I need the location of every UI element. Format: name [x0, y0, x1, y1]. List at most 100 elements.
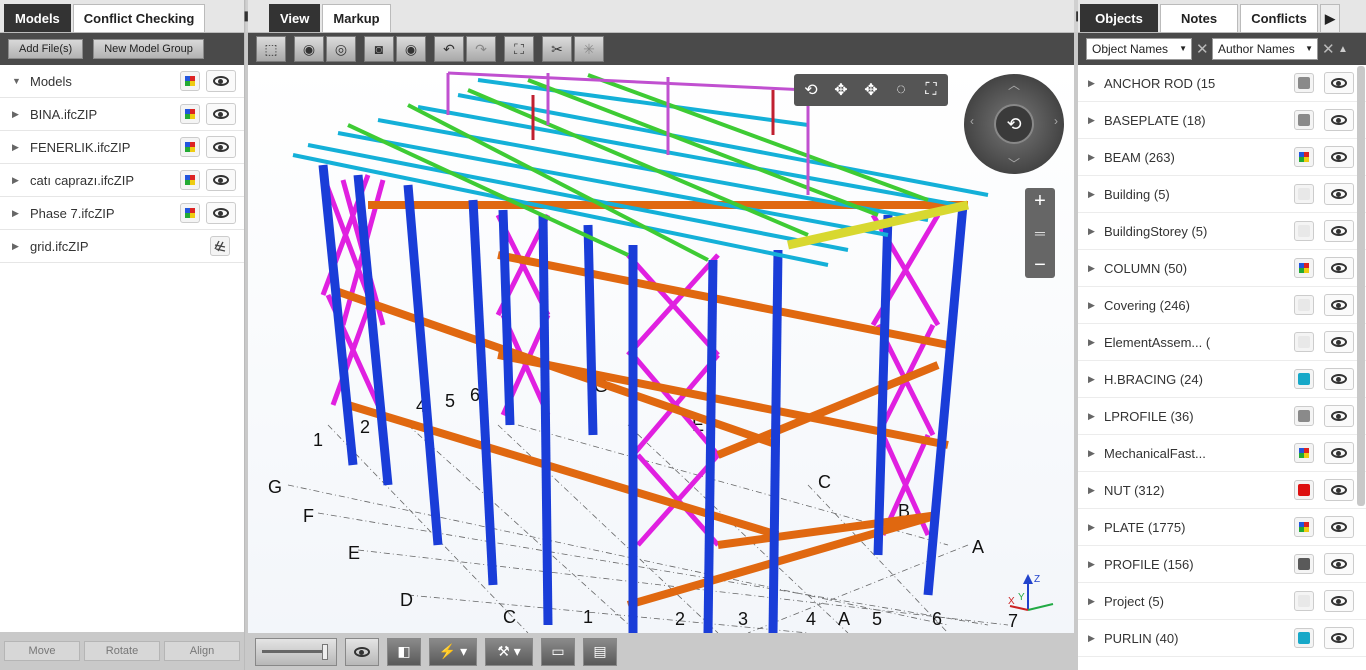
visibility-eye-icon[interactable]: [206, 202, 236, 224]
object-row[interactable]: ▶ ANCHOR ROD (15: [1078, 65, 1366, 102]
visibility-eye-icon[interactable]: [1324, 516, 1354, 538]
color-palette-icon[interactable]: [180, 203, 200, 223]
expand-arrow-icon[interactable]: ▶: [1088, 78, 1104, 89]
visibility-eye-icon[interactable]: [1324, 442, 1354, 464]
chevron-down-icon[interactable]: ﹀: [1008, 155, 1020, 172]
clear-filter-icon[interactable]: ✕: [1196, 40, 1209, 58]
expand-arrow-icon[interactable]: ▶: [1088, 633, 1104, 644]
visibility-eye-icon[interactable]: [1324, 294, 1354, 316]
color-picker-icon[interactable]: [1294, 221, 1314, 241]
tab-markup[interactable]: Markup: [322, 4, 391, 32]
color-picker-icon[interactable]: [1294, 591, 1314, 611]
color-picker-icon[interactable]: [1294, 147, 1314, 167]
tab-notes[interactable]: Notes: [1160, 4, 1238, 32]
visibility-eye-icon[interactable]: [206, 169, 236, 191]
navigation-wheel[interactable]: ⟲ ︿ ﹀ ‹ ›: [964, 74, 1064, 174]
object-row[interactable]: ▶ BuildingStorey (5): [1078, 213, 1366, 250]
object-row[interactable]: ▶ LPROFILE (36): [1078, 398, 1366, 435]
visibility-eye-icon[interactable]: [1324, 72, 1354, 94]
color-palette-icon[interactable]: [180, 170, 200, 190]
expand-arrow-icon[interactable]: ▶: [1088, 226, 1104, 237]
expand-arrow-icon[interactable]: ▶: [1088, 411, 1104, 422]
expand-arrow-icon[interactable]: ▶: [1088, 300, 1104, 311]
model-row[interactable]: ▶ FENERLIK.ifcZIP: [0, 131, 244, 164]
objects-scrollbar[interactable]: [1357, 66, 1365, 506]
object-row[interactable]: ▶ Building (5): [1078, 176, 1366, 213]
visibility-eye-icon[interactable]: [1324, 331, 1354, 353]
tab-view[interactable]: View: [269, 4, 321, 32]
box-select-icon[interactable]: ⬚: [256, 36, 286, 62]
color-picker-icon[interactable]: [1294, 517, 1314, 537]
eye-toggle-icon[interactable]: [345, 637, 379, 666]
models-root-row[interactable]: ▼ Models: [0, 65, 244, 98]
clear-filter-icon[interactable]: ✕: [1322, 40, 1335, 58]
collapse-arrow-icon[interactable]: ▼: [12, 76, 30, 86]
visibility-eye-icon[interactable]: [1324, 405, 1354, 427]
expand-arrow-icon[interactable]: ▶: [1088, 559, 1104, 570]
object-row[interactable]: ▶ PROFILE (156): [1078, 546, 1366, 583]
isolate-icon[interactable]: ◎: [326, 36, 356, 62]
model-row[interactable]: ▶ grid.ifcZIP: [0, 230, 244, 263]
add-files-button[interactable]: Add File(s): [8, 39, 84, 59]
color-picker-icon[interactable]: [1294, 480, 1314, 500]
visibility-eye-icon[interactable]: [1324, 183, 1354, 205]
lightning-dropdown-icon[interactable]: ⚡ ▾: [429, 637, 477, 666]
rotate-button[interactable]: Rotate: [84, 641, 160, 661]
hide-selected-icon[interactable]: ◉: [294, 36, 324, 62]
object-row[interactable]: ▶ BEAM (263): [1078, 139, 1366, 176]
expand-arrow-icon[interactable]: ▶: [12, 208, 30, 219]
object-row[interactable]: ▶ COLUMN (50): [1078, 250, 1366, 287]
model-row[interactable]: ▶ BINA.ifcZIP: [0, 98, 244, 131]
move-button[interactable]: Move: [4, 641, 80, 661]
visibility-eye-icon[interactable]: [1324, 590, 1354, 612]
visibility-eye-icon[interactable]: [1324, 627, 1354, 649]
color-picker-icon[interactable]: [1294, 73, 1314, 93]
object-row[interactable]: ▶ NUT (312): [1078, 472, 1366, 509]
object-row[interactable]: ▶ ElementAssem... (: [1078, 324, 1366, 361]
color-picker-icon[interactable]: [1294, 628, 1314, 648]
3d-viewport[interactable]: 1 2 4 5 6 G F E D C 1 2 3 4 A 5 6 7 C B: [248, 65, 1074, 633]
expand-arrow-icon[interactable]: ▶: [12, 241, 30, 252]
align-button[interactable]: Align: [164, 641, 240, 661]
zoom-slider-icon[interactable]: ═: [1035, 225, 1045, 241]
author-names-dropdown[interactable]: Author Names: [1212, 38, 1318, 60]
orbit-icon[interactable]: ⟲: [796, 76, 826, 104]
expand-arrow-icon[interactable]: ▶: [1088, 189, 1104, 200]
tab-models[interactable]: Models: [4, 4, 71, 32]
pan-icon[interactable]: ✥: [826, 76, 856, 104]
object-row[interactable]: ▶ PURLIN (40): [1078, 620, 1366, 657]
expand-arrow-icon[interactable]: ▶: [12, 142, 30, 153]
show-all-icon[interactable]: ◉: [396, 36, 426, 62]
object-row[interactable]: ▶ Covering (246): [1078, 287, 1366, 324]
color-picker-icon[interactable]: [1294, 443, 1314, 463]
visibility-eye-icon[interactable]: [206, 103, 236, 125]
model-row[interactable]: ▶ catı caprazı.ifcZIP: [0, 164, 244, 197]
color-picker-icon[interactable]: [1294, 406, 1314, 426]
expand-arrow-icon[interactable]: ▶: [12, 109, 30, 120]
visibility-eye-icon[interactable]: [1324, 553, 1354, 575]
visibility-eye-icon[interactable]: [206, 70, 236, 92]
expand-arrow-icon[interactable]: ▶: [1088, 485, 1104, 496]
tab-conflicts[interactable]: Conflicts: [1240, 4, 1318, 32]
expand-arrow-icon[interactable]: ▶: [1088, 152, 1104, 163]
visibility-eye-icon[interactable]: [1324, 479, 1354, 501]
zoom-out-icon[interactable]: −: [1034, 254, 1046, 276]
zoom-in-icon[interactable]: +: [1034, 190, 1046, 212]
expand-arrow-icon[interactable]: ▶: [12, 175, 30, 186]
color-picker-icon[interactable]: [1294, 258, 1314, 278]
expand-arrow-icon[interactable]: ▶: [1088, 337, 1104, 348]
redo-icon[interactable]: ↷: [466, 36, 496, 62]
chevron-up-icon[interactable]: ︿: [1008, 76, 1020, 93]
object-row[interactable]: ▶ Project (5): [1078, 583, 1366, 620]
color-picker-icon[interactable]: [1294, 554, 1314, 574]
visibility-eye-icon[interactable]: [1324, 368, 1354, 390]
expand-arrow-icon[interactable]: ▶: [1088, 115, 1104, 126]
object-row[interactable]: ▶ PLATE (1775): [1078, 509, 1366, 546]
section-box-icon[interactable]: ◧: [387, 637, 421, 666]
look-around-icon[interactable]: ◌: [886, 76, 916, 104]
color-picker-icon[interactable]: [1294, 332, 1314, 352]
visibility-eye-icon[interactable]: [1324, 146, 1354, 168]
tab-objects[interactable]: Objects: [1080, 4, 1158, 32]
object-row[interactable]: ▶ MechanicalFast...: [1078, 435, 1366, 472]
color-picker-icon[interactable]: [1294, 184, 1314, 204]
